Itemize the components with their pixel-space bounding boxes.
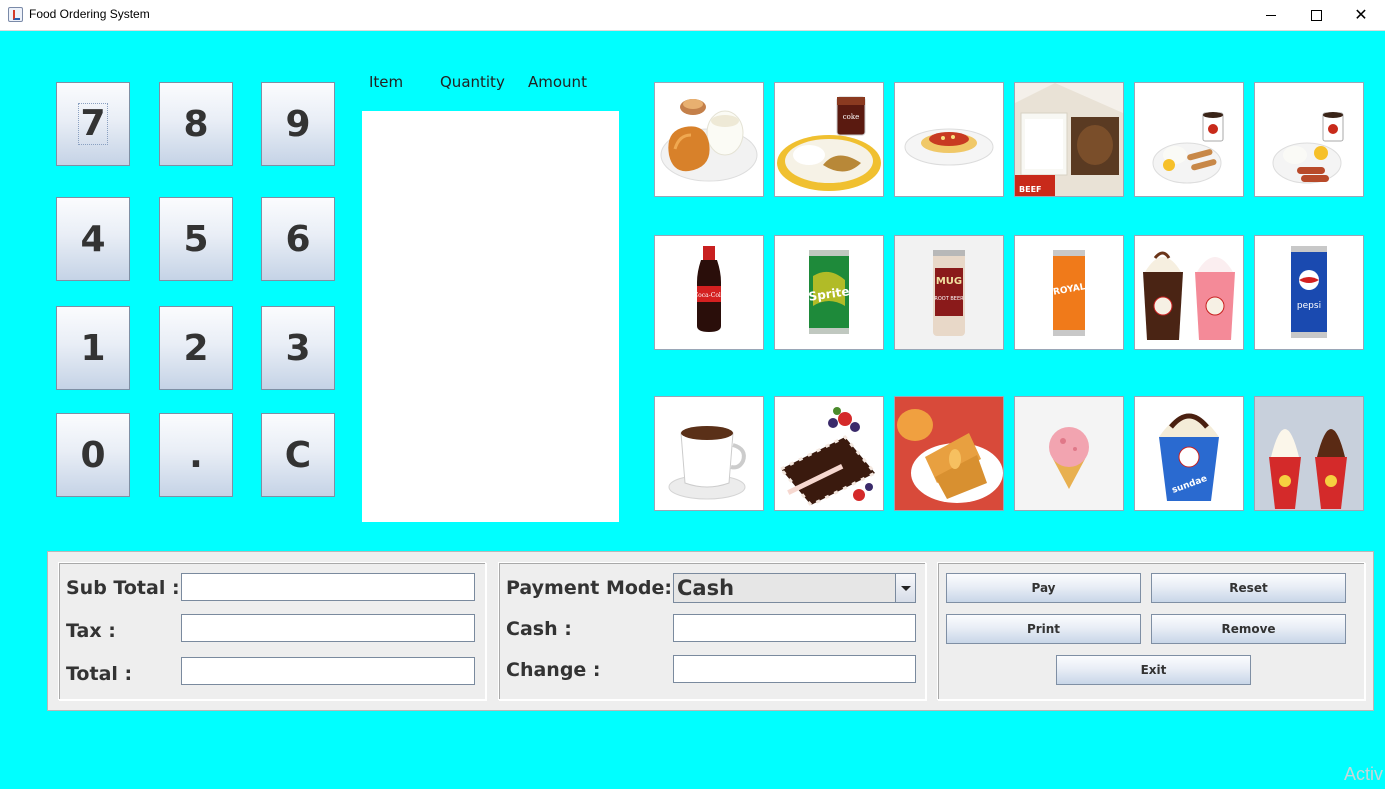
subtotal-label: Sub Total : xyxy=(66,577,180,599)
total-label: Total : xyxy=(66,663,133,685)
keypad-key-9[interactable]: 9 xyxy=(261,82,335,166)
chocolate-cake-image xyxy=(778,407,878,507)
remove-button[interactable]: Remove xyxy=(1151,614,1346,644)
total-field[interactable] xyxy=(181,657,475,685)
pay-button[interactable]: Pay xyxy=(946,573,1141,603)
menu-item-hotdog-breakfast[interactable] xyxy=(1254,82,1364,197)
menu-item-spaghetti[interactable] xyxy=(894,82,1004,197)
menu-item-fried-chicken-rice[interactable] xyxy=(654,82,764,197)
change-label: Change : xyxy=(506,659,601,681)
chicken-rice-cola-image: coke xyxy=(777,96,881,191)
maximize-button[interactable] xyxy=(1293,0,1339,30)
java-app-icon xyxy=(8,7,23,22)
mug-root-beer-can-image: MUG ROOT BEER xyxy=(895,236,1003,349)
column-header-amount[interactable]: Amount xyxy=(528,73,587,91)
keypad-key-8[interactable]: 8 xyxy=(159,82,233,166)
pepsi-can-image: pepsi xyxy=(1291,246,1327,338)
keypad-key-clear[interactable]: C xyxy=(261,413,335,497)
royal-can-image: ROYAL xyxy=(1052,250,1087,336)
minimize-button[interactable] xyxy=(1248,0,1294,30)
soft-serve-cones-image xyxy=(1255,397,1363,510)
keypad-key-4[interactable]: 4 xyxy=(56,197,130,281)
svg-text:coke: coke xyxy=(843,113,860,121)
activation-watermark: Activ xyxy=(1343,764,1383,784)
svg-text:BEEF: BEEF xyxy=(1019,185,1042,194)
coca-cola-bottle-image: Coca-Cola xyxy=(694,246,725,332)
hot-coffee-image xyxy=(668,426,746,500)
menu-item-chicken-rice-cola[interactable]: coke xyxy=(774,82,884,197)
tax-label: Tax : xyxy=(66,620,116,642)
keypad-key-2[interactable]: 2 xyxy=(159,306,233,390)
cash-label: Cash : xyxy=(506,618,572,640)
menu-item-sundae[interactable]: sundae xyxy=(1134,396,1244,511)
window-title: Food Ordering System xyxy=(29,7,150,21)
menu-item-soft-serve-cones[interactable] xyxy=(1254,396,1364,511)
subtotal-field[interactable] xyxy=(181,573,475,601)
payment-mode-label: Payment Mode: xyxy=(506,577,672,599)
title-bar: Food Ordering System ✕ xyxy=(0,0,1385,31)
beef-rice-image: BEEF xyxy=(1015,83,1123,196)
menu-item-beef-rice[interactable]: BEEF xyxy=(1014,82,1124,197)
tax-field[interactable] xyxy=(181,614,475,642)
checkout-panel: Sub Total : Tax : Total : Payment Mode: … xyxy=(47,551,1374,711)
print-button[interactable]: Print xyxy=(946,614,1141,644)
minimize-icon xyxy=(1266,14,1276,16)
keypad-key-0[interactable]: 0 xyxy=(56,413,130,497)
menu-item-chocolate-cake[interactable] xyxy=(774,396,884,511)
sundae-cup-image: sundae xyxy=(1159,413,1219,501)
keypad-key-3[interactable]: 3 xyxy=(261,306,335,390)
column-header-item[interactable]: Item xyxy=(369,73,403,91)
chevron-down-icon[interactable] xyxy=(895,574,915,602)
exit-button[interactable]: Exit xyxy=(1056,655,1251,685)
svg-text:MUG: MUG xyxy=(936,276,962,287)
close-icon: ✕ xyxy=(1354,5,1368,24)
svg-text:pepsi: pepsi xyxy=(1297,301,1321,311)
payment-mode-select[interactable]: Cash xyxy=(673,573,916,603)
close-button[interactable]: ✕ xyxy=(1338,0,1384,30)
peach-mango-pie-image xyxy=(895,397,1003,510)
ice-cream-cone-image xyxy=(1015,397,1123,510)
menu-item-coca-cola[interactable]: Coca-Cola xyxy=(654,235,764,350)
svg-text:Coca-Cola: Coca-Cola xyxy=(694,292,725,299)
menu-item-peach-mango-pie[interactable] xyxy=(894,396,1004,511)
maximize-icon xyxy=(1310,9,1322,21)
menu-item-pepsi[interactable]: pepsi xyxy=(1254,235,1364,350)
keypad-key-5[interactable]: 5 xyxy=(159,197,233,281)
menu-item-sprite[interactable]: Sprite xyxy=(774,235,884,350)
order-table[interactable] xyxy=(362,111,619,522)
menu-item-longganisa-breakfast[interactable] xyxy=(1134,82,1244,197)
sprite-can-image: Sprite xyxy=(808,250,850,334)
keypad-key-dot[interactable]: . xyxy=(159,413,233,497)
keypad-key-6[interactable]: 6 xyxy=(261,197,335,281)
menu-item-float-drinks[interactable] xyxy=(1134,235,1244,350)
change-field[interactable] xyxy=(673,655,916,683)
column-header-quantity[interactable]: Quantity xyxy=(440,73,505,91)
menu-item-ice-cream-cone[interactable] xyxy=(1014,396,1124,511)
menu-item-royal[interactable]: ROYAL xyxy=(1014,235,1124,350)
fried-chicken-rice-image xyxy=(660,99,758,182)
svg-text:ROOT BEER: ROOT BEER xyxy=(934,296,964,302)
longganisa-breakfast-image xyxy=(1152,112,1224,184)
float-drinks-image xyxy=(1143,251,1235,340)
payment-mode-value: Cash xyxy=(677,576,735,600)
hotdog-breakfast-image xyxy=(1272,112,1344,184)
keypad-key-1[interactable]: 1 xyxy=(56,306,130,390)
reset-button[interactable]: Reset xyxy=(1151,573,1346,603)
spaghetti-image xyxy=(904,128,994,166)
cash-field[interactable] xyxy=(673,614,916,642)
menu-item-mug-root-beer[interactable]: MUG ROOT BEER xyxy=(894,235,1004,350)
keypad-key-7[interactable]: 7 xyxy=(56,82,130,166)
menu-item-hot-coffee[interactable] xyxy=(654,396,764,511)
